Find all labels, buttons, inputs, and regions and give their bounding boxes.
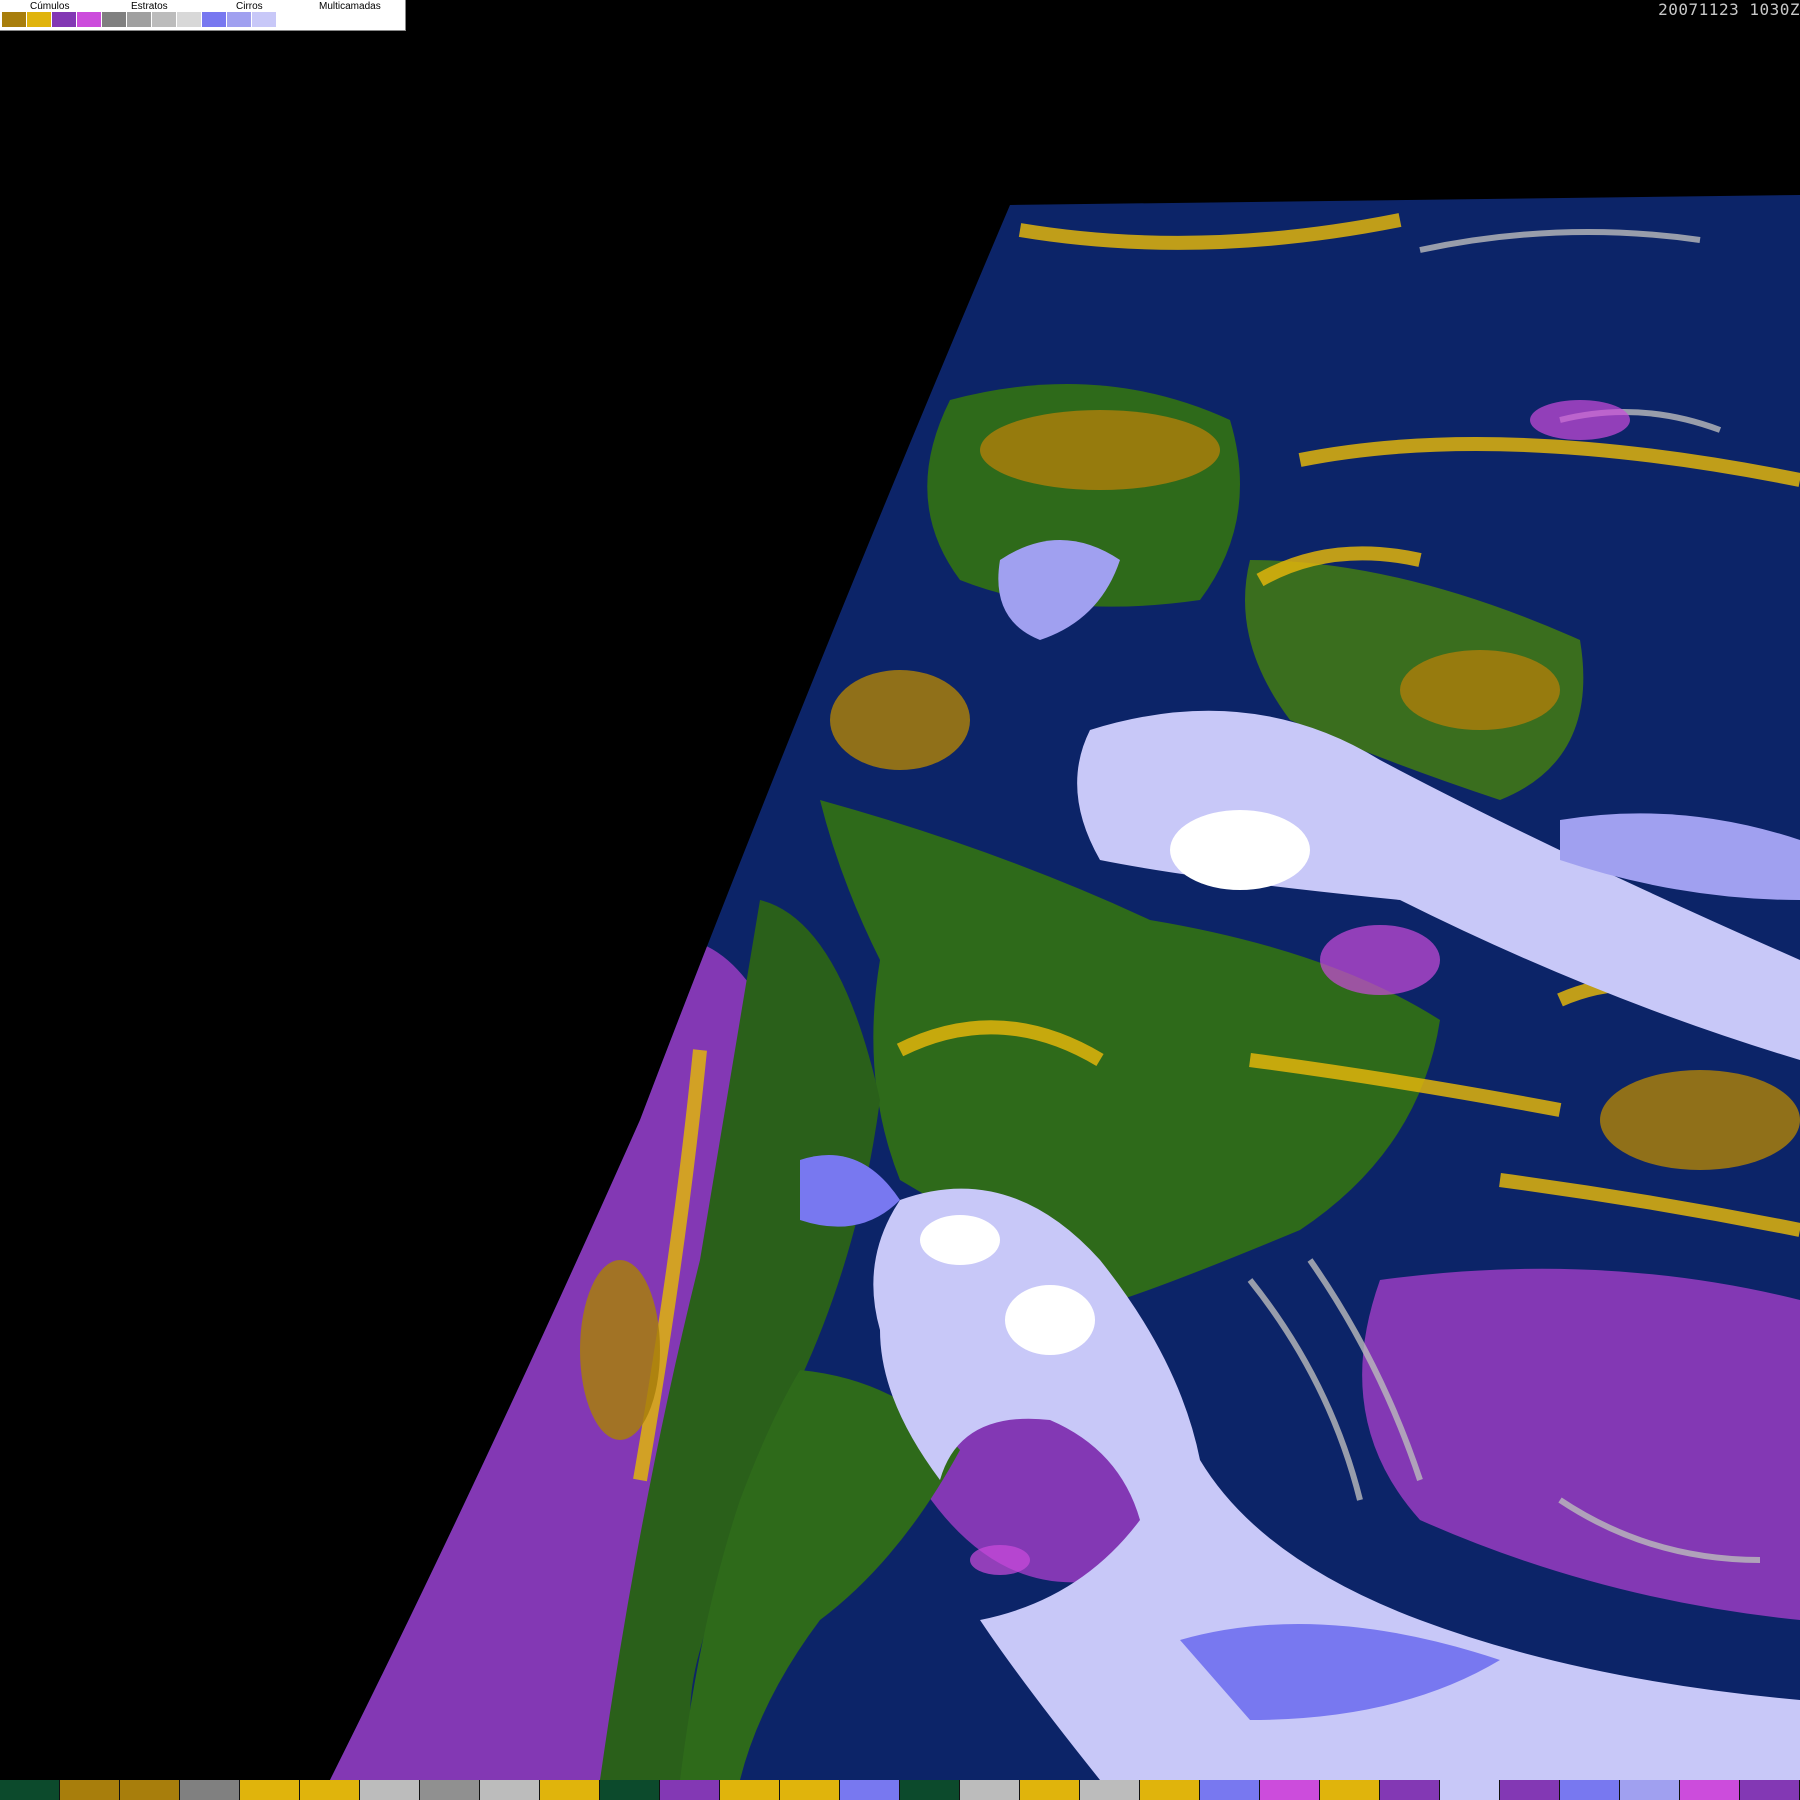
legend-swatch-2-1 [127, 12, 152, 27]
legend-swatch-3-1 [227, 12, 252, 27]
bottom-bar-segment [420, 1780, 480, 1800]
legend-swatches [2, 12, 302, 27]
legend-label-multilayer: Multicamadas [319, 1, 381, 12]
bottom-bar-segment [720, 1780, 780, 1800]
bottom-bar-segment [240, 1780, 300, 1800]
bottom-bar-segment [60, 1780, 120, 1800]
bottom-bar-segment [300, 1780, 360, 1800]
bottom-bar-segment [1500, 1780, 1560, 1800]
legend-swatch-0-1 [27, 12, 52, 27]
legend-swatch-2-0 [102, 12, 127, 27]
bottom-bar-segment [660, 1780, 720, 1800]
satellite-cloud-map [330, 195, 1800, 1780]
bottom-bar-segment [120, 1780, 180, 1800]
legend-swatch-1-1 [77, 12, 102, 27]
bottom-bar-segment [180, 1780, 240, 1800]
legend-swatch-3-3 [277, 12, 302, 27]
bottom-bar-segment [540, 1780, 600, 1800]
bottom-bar-segment [1680, 1780, 1740, 1800]
legend-label-stratus: Estratos [131, 1, 168, 12]
legend-swatch-0-0 [2, 12, 27, 27]
cloud-type-legend: Cúmulos Estratos Cirros Multicamadas [0, 0, 406, 31]
bottom-bar-segment [1140, 1780, 1200, 1800]
legend-label-cumulus: Cúmulos [30, 1, 70, 12]
bottom-bar-segment [1200, 1780, 1260, 1800]
legend-swatch-3-0 [202, 12, 227, 27]
bottom-bar-segment [1740, 1780, 1800, 1800]
bottom-bar-segment [600, 1780, 660, 1800]
bottom-bar-segment [1320, 1780, 1380, 1800]
legend-swatch-1-0 [52, 12, 77, 27]
bottom-bar-segment [960, 1780, 1020, 1800]
bottom-bar-segment [1560, 1780, 1620, 1800]
image-timestamp: 20071123 1030Z [1658, 0, 1800, 19]
bottom-bar-segment [1020, 1780, 1080, 1800]
legend-swatch-3-2 [252, 12, 277, 27]
bottom-color-bar [0, 1780, 1800, 1800]
bottom-bar-segment [0, 1780, 60, 1800]
legend-swatch-2-3 [177, 12, 202, 27]
bottom-bar-segment [1260, 1780, 1320, 1800]
bottom-bar-segment [480, 1780, 540, 1800]
bottom-bar-segment [1380, 1780, 1440, 1800]
bottom-bar-segment [780, 1780, 840, 1800]
bottom-bar-segment [1440, 1780, 1500, 1800]
bottom-bar-segment [840, 1780, 900, 1800]
legend-swatch-2-2 [152, 12, 177, 27]
bottom-bar-segment [900, 1780, 960, 1800]
legend-label-cirrus: Cirros [236, 1, 263, 12]
bottom-bar-segment [1080, 1780, 1140, 1800]
bottom-bar-segment [1620, 1780, 1680, 1800]
bottom-bar-segment [360, 1780, 420, 1800]
